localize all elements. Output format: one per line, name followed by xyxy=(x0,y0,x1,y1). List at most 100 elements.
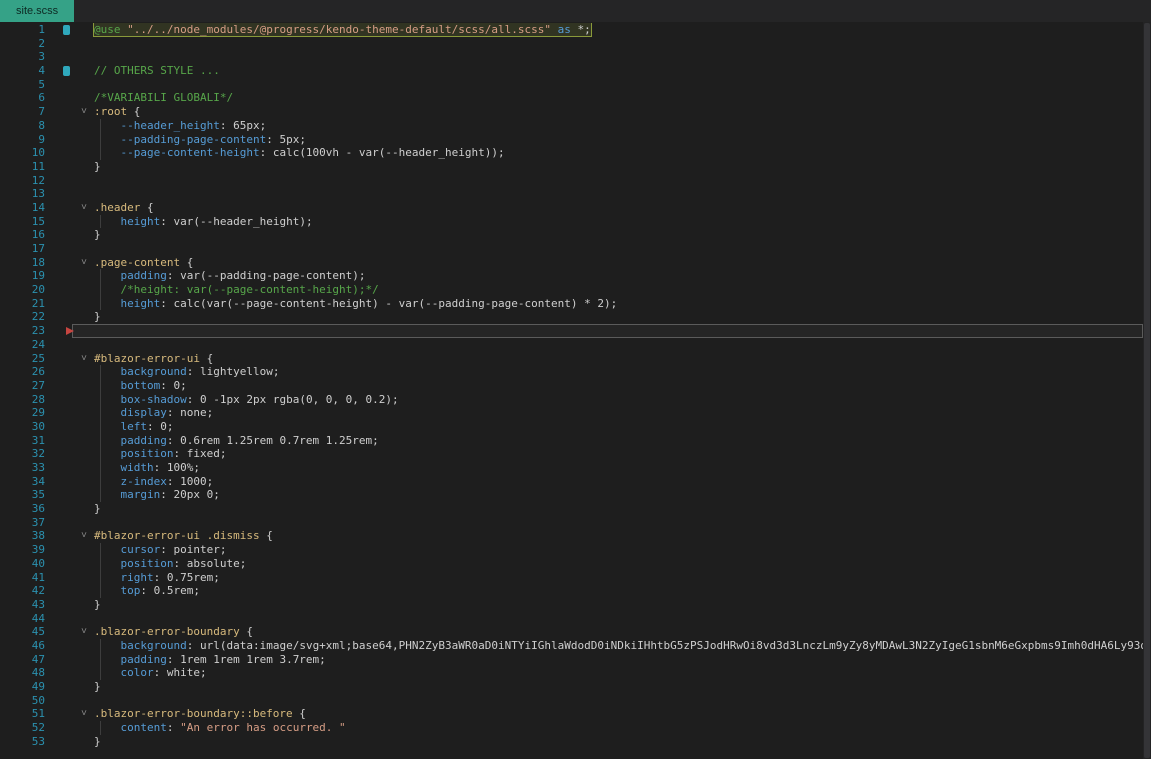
line-number[interactable]: 25 xyxy=(0,352,49,366)
code-line[interactable]: 49} xyxy=(0,680,1143,694)
fold-margin[interactable] xyxy=(76,475,92,489)
line-number[interactable]: 2 xyxy=(0,37,49,51)
fold-margin[interactable] xyxy=(76,502,92,516)
line-number[interactable]: 18 xyxy=(0,256,49,270)
line-number[interactable]: 37 xyxy=(0,516,49,530)
line-number[interactable]: 16 xyxy=(0,228,49,242)
fold-margin[interactable] xyxy=(76,461,92,475)
code-line[interactable]: 20 /*height: var(--page-content-height);… xyxy=(0,283,1143,297)
fold-margin[interactable] xyxy=(76,488,92,502)
fold-margin[interactable] xyxy=(76,447,92,461)
line-number[interactable]: 50 xyxy=(0,694,49,708)
code-line[interactable]: 9 --padding-page-content: 5px; xyxy=(0,133,1143,147)
glyph-margin[interactable] xyxy=(49,420,76,434)
line-number[interactable]: 17 xyxy=(0,242,49,256)
line-number[interactable]: 42 xyxy=(0,584,49,598)
code-line[interactable]: 33 width: 100%; xyxy=(0,461,1143,475)
glyph-margin[interactable] xyxy=(49,434,76,448)
fold-margin[interactable] xyxy=(76,146,92,160)
code-line[interactable]: 6/*VARIABILI GLOBALI*/ xyxy=(0,91,1143,105)
glyph-margin[interactable] xyxy=(49,160,76,174)
scrollbar-thumb[interactable] xyxy=(1144,23,1150,758)
glyph-margin[interactable] xyxy=(49,338,76,352)
line-number[interactable]: 53 xyxy=(0,735,49,749)
glyph-margin[interactable] xyxy=(49,447,76,461)
fold-margin[interactable] xyxy=(76,91,92,105)
fold-margin[interactable] xyxy=(76,653,92,667)
tab-site-scss[interactable]: site.scss xyxy=(0,0,74,22)
fold-margin[interactable] xyxy=(76,735,92,749)
code-line[interactable]: 16} xyxy=(0,228,1143,242)
fold-margin[interactable]: ˅ xyxy=(76,352,92,366)
glyph-margin[interactable] xyxy=(49,365,76,379)
line-number[interactable]: 13 xyxy=(0,187,49,201)
line-number[interactable]: 51 xyxy=(0,707,49,721)
glyph-margin[interactable] xyxy=(49,461,76,475)
glyph-margin[interactable] xyxy=(49,187,76,201)
fold-chevron-icon[interactable]: ˅ xyxy=(81,257,87,268)
fold-margin[interactable] xyxy=(76,721,92,735)
code-line[interactable]: 22} xyxy=(0,310,1143,324)
glyph-margin[interactable] xyxy=(49,50,76,64)
glyph-margin[interactable] xyxy=(49,694,76,708)
line-number[interactable]: 33 xyxy=(0,461,49,475)
line-number[interactable]: 12 xyxy=(0,174,49,188)
glyph-margin[interactable] xyxy=(49,310,76,324)
fold-chevron-icon[interactable]: ˅ xyxy=(81,202,87,213)
fold-margin[interactable] xyxy=(76,666,92,680)
line-number[interactable]: 10 xyxy=(0,146,49,160)
glyph-margin[interactable] xyxy=(49,283,76,297)
line-number[interactable]: 14 xyxy=(0,201,49,215)
code-line[interactable]: 15 height: var(--header_height); xyxy=(0,215,1143,229)
code-line[interactable]: 30 left: 0; xyxy=(0,420,1143,434)
fold-chevron-icon[interactable]: ˅ xyxy=(81,708,87,719)
glyph-margin[interactable] xyxy=(49,735,76,749)
glyph-margin[interactable] xyxy=(49,23,76,37)
code-line[interactable]: 38˅#blazor-error-ui .dismiss { xyxy=(0,529,1143,543)
fold-margin[interactable] xyxy=(76,23,92,37)
code-line[interactable]: 18˅.page-content { xyxy=(0,256,1143,270)
code-line[interactable]: 25˅#blazor-error-ui { xyxy=(0,352,1143,366)
glyph-margin[interactable] xyxy=(49,393,76,407)
fold-margin[interactable] xyxy=(76,37,92,51)
glyph-margin[interactable] xyxy=(49,242,76,256)
line-number[interactable]: 7 xyxy=(0,105,49,119)
code-line[interactable]: 46 background: url(data:image/svg+xml;ba… xyxy=(0,639,1143,653)
glyph-margin[interactable] xyxy=(49,543,76,557)
code-line[interactable]: 31 padding: 0.6rem 1.25rem 0.7rem 1.25re… xyxy=(0,434,1143,448)
line-number[interactable]: 24 xyxy=(0,338,49,352)
fold-margin[interactable]: ˅ xyxy=(76,105,92,119)
code-line[interactable]: 5 xyxy=(0,78,1143,92)
line-number[interactable]: 35 xyxy=(0,488,49,502)
code-line[interactable]: 43} xyxy=(0,598,1143,612)
glyph-margin[interactable] xyxy=(49,529,76,543)
glyph-margin[interactable] xyxy=(49,215,76,229)
glyph-margin[interactable] xyxy=(49,228,76,242)
code-line[interactable]: 10 --page-content-height: calc(100vh - v… xyxy=(0,146,1143,160)
fold-margin[interactable] xyxy=(76,338,92,352)
fold-margin[interactable] xyxy=(76,379,92,393)
glyph-margin[interactable] xyxy=(49,37,76,51)
fold-margin[interactable] xyxy=(76,420,92,434)
line-number[interactable]: 52 xyxy=(0,721,49,735)
code-line[interactable]: 1@use "../../node_modules/@progress/kend… xyxy=(0,23,1143,37)
code-line[interactable]: 35 margin: 20px 0; xyxy=(0,488,1143,502)
line-number[interactable]: 5 xyxy=(0,78,49,92)
glyph-margin[interactable] xyxy=(49,475,76,489)
code-line[interactable]: 34 z-index: 1000; xyxy=(0,475,1143,489)
line-number[interactable]: 26 xyxy=(0,365,49,379)
fold-margin[interactable] xyxy=(76,297,92,311)
code-line[interactable]: 12 xyxy=(0,174,1143,188)
line-number[interactable]: 11 xyxy=(0,160,49,174)
code-line[interactable]: 7˅:root { xyxy=(0,105,1143,119)
fold-chevron-icon[interactable]: ˅ xyxy=(81,530,87,541)
glyph-margin[interactable] xyxy=(49,598,76,612)
line-number[interactable]: 40 xyxy=(0,557,49,571)
code-line[interactable]: 23 xyxy=(0,324,1143,338)
line-number[interactable]: 21 xyxy=(0,297,49,311)
code-line[interactable]: 37 xyxy=(0,516,1143,530)
fold-margin[interactable]: ˅ xyxy=(76,529,92,543)
code-line[interactable]: 17 xyxy=(0,242,1143,256)
glyph-margin[interactable] xyxy=(49,105,76,119)
glyph-margin[interactable] xyxy=(49,269,76,283)
